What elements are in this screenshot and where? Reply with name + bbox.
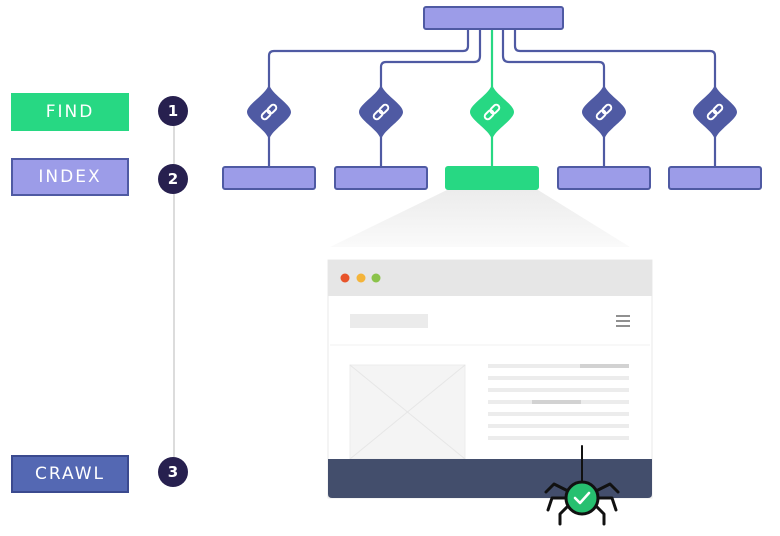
minimize-dot <box>356 273 366 283</box>
child-page-3 <box>445 166 539 190</box>
image-placeholder-icon <box>349 364 466 460</box>
connector-4 <box>501 29 606 112</box>
close-dot <box>340 273 350 283</box>
browser-window <box>327 259 653 499</box>
connector-2 <box>379 29 482 112</box>
maximize-dot <box>371 273 381 283</box>
site-logo-placeholder <box>350 314 428 328</box>
zoom-beam <box>330 190 630 247</box>
child-page-5 <box>668 166 762 190</box>
child-page-2 <box>334 166 428 190</box>
browser-footer <box>328 459 652 498</box>
crawler-badge <box>564 480 600 516</box>
root-page <box>423 6 564 30</box>
child-page-1 <box>222 166 316 190</box>
site-tree-diagram <box>222 6 762 526</box>
child-page-4 <box>557 166 651 190</box>
